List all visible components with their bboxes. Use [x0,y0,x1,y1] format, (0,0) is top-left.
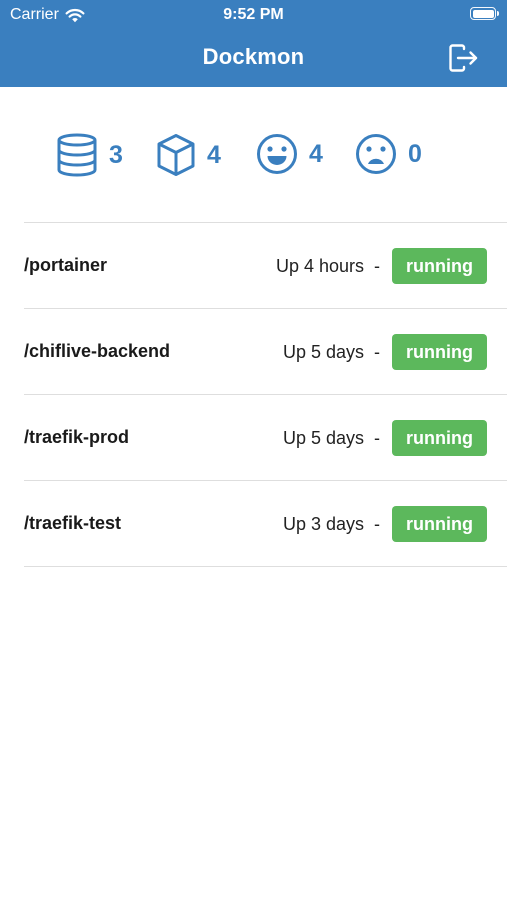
cube-icon [157,134,195,176]
status-badge: running [392,420,487,456]
container-status-group: Up 5 days - running [283,334,487,370]
database-icon [57,133,97,177]
container-uptime: Up 3 days [282,513,365,534]
container-name: /traefik-prod [24,427,130,447]
logout-button[interactable] [447,42,479,74]
logout-icon [449,44,478,72]
header: Carrier 9:52 PM Dockmon [0,0,507,87]
container-list: /portainer Up 4 hours - running /chifliv… [24,222,507,567]
separator: - [374,427,381,448]
status-badge: running [392,248,487,284]
battery-icon [470,7,499,20]
container-uptime: Up 5 days [282,427,365,448]
list-item[interactable]: /chiflive-backend Up 5 days - running [24,308,507,394]
status-badge: running [392,506,487,542]
container-uptime: Up 5 days [282,341,365,362]
status-time: 9:52 PM [223,6,284,23]
frown-icon [356,134,396,174]
images-count: 3 [109,140,123,169]
stat-unhealthy[interactable]: 0 [355,133,422,175]
stat-healthy[interactable]: 4 [256,133,323,175]
unhealthy-count: 0 [408,139,422,168]
separator: - [374,255,381,276]
stats-row: 3 4 4 0 [0,87,507,222]
separator: - [374,341,381,362]
app-screen: Carrier 9:52 PM Dockmon 3 4 4 0 /portain… [0,0,507,900]
stat-images[interactable]: 3 [56,133,123,177]
list-item[interactable]: /traefik-test Up 3 days - running [24,480,507,567]
status-bar: Carrier 9:52 PM [0,0,507,30]
container-status-group: Up 3 days - running [283,506,487,542]
container-name: /portainer [24,255,108,275]
page-title: Dockmon [202,44,305,69]
containers-count: 4 [207,140,221,169]
container-name: /traefik-test [24,513,122,533]
list-item[interactable]: /portainer Up 4 hours - running [24,222,507,308]
smile-icon [257,134,297,174]
container-uptime: Up 4 hours [275,255,365,276]
container-name: /chiflive-backend [24,341,171,361]
stat-containers[interactable]: 4 [156,133,221,177]
healthy-count: 4 [309,139,323,168]
container-status-group: Up 4 hours - running [276,248,487,284]
separator: - [374,513,381,534]
nav-bar: Dockmon [0,30,507,87]
list-item[interactable]: /traefik-prod Up 5 days - running [24,394,507,480]
container-status-group: Up 5 days - running [283,420,487,456]
status-badge: running [392,334,487,370]
